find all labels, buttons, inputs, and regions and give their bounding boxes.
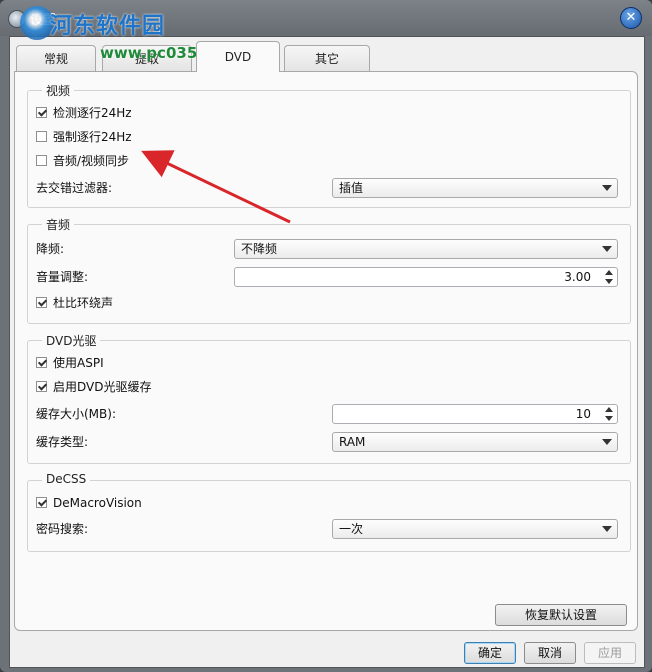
volume-label: 音量调整: — [36, 270, 89, 284]
close-button[interactable]: ✕ — [620, 7, 642, 29]
window-title: 设置 — [30, 13, 57, 28]
checkbox-unchecked-icon — [36, 131, 47, 142]
use-aspi-label: 使用ASPI — [53, 356, 104, 370]
deinterlace-label: 去交错过滤器: — [36, 181, 113, 195]
tab-general[interactable]: 常规 — [16, 45, 96, 71]
chevron-down-icon — [602, 526, 612, 532]
detect-24hz-label: 检测逐行24Hz — [53, 106, 132, 120]
dialog-client: 常规 提取 DVD 其它 视频 检测逐行24Hz 强制逐行24Hz 音频/视频同… — [9, 36, 645, 668]
cache-size-spinbox[interactable]: 10 — [332, 404, 618, 424]
key-search-label: 密码搜索: — [36, 522, 89, 536]
force-24hz-label: 强制逐行24Hz — [53, 130, 132, 144]
cache-size-value: 10 — [575, 407, 591, 421]
downmix-select[interactable]: 不降频 — [234, 239, 618, 259]
group-audio-title: 音频 — [42, 216, 75, 233]
tab-extract[interactable]: 提取 — [102, 45, 192, 71]
detect-24hz-checkbox[interactable]: 检测逐行24Hz — [36, 103, 132, 123]
chevron-down-icon — [602, 246, 612, 252]
group-dvd-drive: DVD光驱 使用ASPI 启用DVD光驱缓存 缓存大小(MB): 10 缓存类型… — [27, 332, 631, 464]
spin-down-icon[interactable] — [605, 416, 613, 421]
volume-spinbox[interactable]: 3.00 — [234, 267, 618, 287]
title-bar[interactable]: 设置 ✕ — [0, 0, 652, 36]
enable-cache-label: 启用DVD光驱缓存 — [53, 380, 152, 394]
group-audio: 音频 降频: 不降频 音量调整: 3.00 杜比环绕声 — [27, 216, 631, 324]
cache-type-label: 缓存类型: — [36, 435, 89, 449]
settings-window: 设置 ✕ 常规 提取 DVD 其它 视频 检测逐行24Hz 强制逐行24Hz 音… — [0, 0, 652, 672]
cancel-button[interactable]: 取消 — [524, 642, 576, 664]
cache-size-label: 缓存大小(MB): — [36, 407, 116, 421]
group-video: 视频 检测逐行24Hz 强制逐行24Hz 音频/视频同步 去交错过滤器: 插值 — [27, 82, 631, 208]
checkbox-checked-icon — [36, 497, 47, 508]
av-sync-checkbox[interactable]: 音频/视频同步 — [36, 151, 129, 171]
chevron-down-icon — [602, 185, 612, 191]
macrovision-label: DeMacroVision — [53, 496, 142, 510]
checkbox-checked-icon — [36, 107, 47, 118]
tab-panel-dvd: 视频 检测逐行24Hz 强制逐行24Hz 音频/视频同步 去交错过滤器: 插值 … — [14, 71, 638, 631]
chevron-down-icon — [602, 439, 612, 445]
spin-down-icon[interactable] — [605, 279, 613, 284]
volume-value: 3.00 — [564, 270, 591, 284]
ok-button[interactable]: 确定 — [464, 642, 516, 664]
cache-type-value: RAM — [339, 435, 366, 449]
deinterlace-select[interactable]: 插值 — [332, 178, 618, 198]
restore-defaults-button[interactable]: 恢复默认设置 — [495, 604, 627, 626]
deinterlace-value: 插值 — [339, 181, 364, 195]
apply-button[interactable]: 应用 — [584, 642, 636, 664]
group-decss-title: DeCSS — [42, 472, 91, 486]
spin-up-icon[interactable] — [605, 407, 613, 412]
spin-up-icon[interactable] — [605, 270, 613, 275]
key-search-value: 一次 — [339, 522, 364, 536]
use-aspi-checkbox[interactable]: 使用ASPI — [36, 353, 104, 373]
dolby-label: 杜比环绕声 — [53, 296, 114, 310]
macrovision-checkbox[interactable]: DeMacroVision — [36, 493, 142, 513]
key-search-select[interactable]: 一次 — [332, 519, 618, 539]
app-icon — [8, 10, 26, 28]
tab-dvd[interactable]: DVD — [196, 41, 280, 72]
tab-other[interactable]: 其它 — [284, 45, 370, 71]
av-sync-label: 音频/视频同步 — [53, 154, 130, 168]
downmix-label: 降频: — [36, 242, 65, 256]
force-24hz-checkbox[interactable]: 强制逐行24Hz — [36, 127, 132, 147]
checkbox-checked-icon — [36, 297, 47, 308]
checkbox-checked-icon — [36, 357, 47, 368]
dolby-checkbox[interactable]: 杜比环绕声 — [36, 293, 113, 313]
enable-cache-checkbox[interactable]: 启用DVD光驱缓存 — [36, 377, 151, 397]
checkbox-unchecked-icon — [36, 155, 47, 166]
checkbox-checked-icon — [36, 381, 47, 392]
group-decss: DeCSS DeMacroVision 密码搜索: 一次 — [27, 472, 631, 552]
cache-type-select[interactable]: RAM — [332, 432, 618, 452]
group-dvd-drive-title: DVD光驱 — [42, 332, 101, 349]
downmix-value: 不降频 — [241, 242, 278, 256]
group-video-title: 视频 — [42, 82, 75, 99]
